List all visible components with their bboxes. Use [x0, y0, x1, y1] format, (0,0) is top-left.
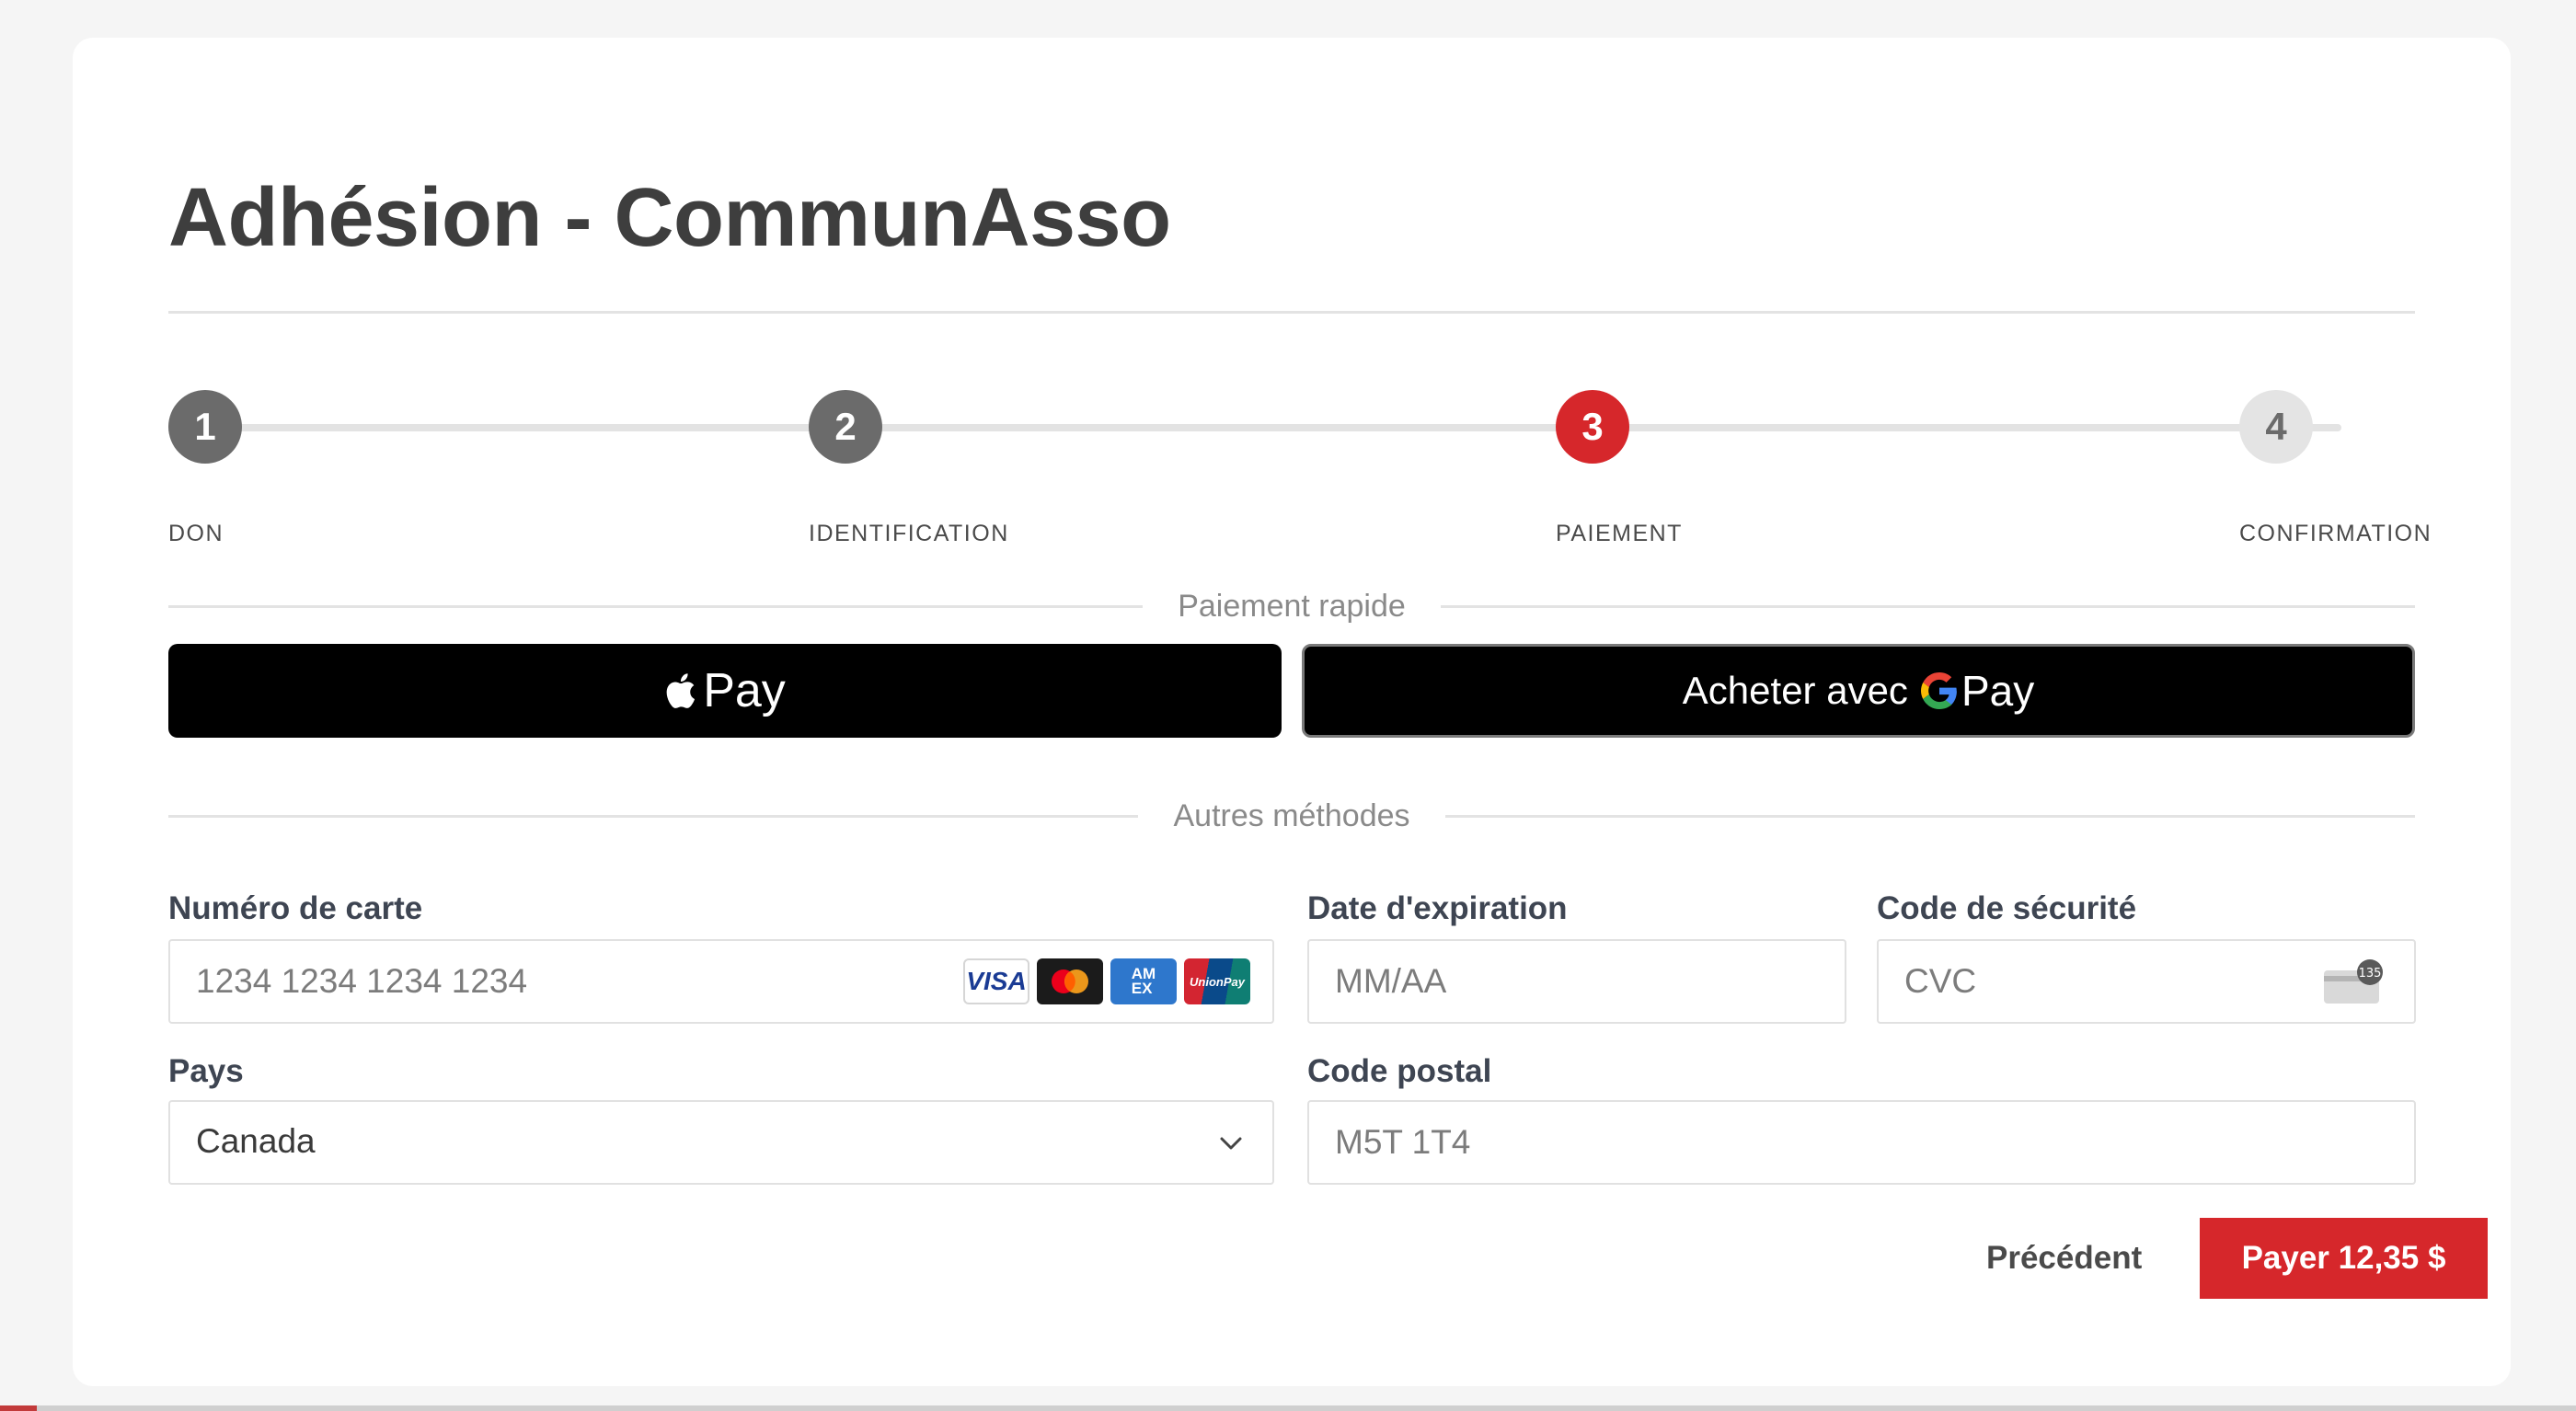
google-pay-label: Pay: [1961, 667, 2035, 715]
unionpay-icon: UnionPay: [1184, 958, 1250, 1004]
cvc-label: Code de sécurité: [1877, 890, 2137, 926]
apple-pay-button[interactable]: Pay: [168, 644, 1282, 738]
card-number-label: Numéro de carte: [168, 890, 423, 926]
card-number-field: VISA AMEX UnionPay: [168, 939, 1274, 1024]
step-3-circle: 3: [1556, 390, 1629, 464]
card-number-input[interactable]: [170, 941, 1272, 1022]
mastercard-icon: [1037, 958, 1103, 1004]
stepper-track: [235, 424, 2341, 431]
expiry-label: Date d'expiration: [1307, 890, 1568, 926]
chevron-down-icon: [1220, 1137, 1242, 1150]
country-label: Pays: [168, 1053, 244, 1089]
step-2-circle: 2: [809, 390, 882, 464]
step-3-label: PAIEMENT: [1556, 521, 1683, 546]
other-methods-divider: Autres méthodes: [168, 797, 2415, 834]
other-methods-heading: Autres méthodes: [1173, 797, 1410, 833]
google-pay-button[interactable]: Acheter avec Pay: [1302, 644, 2415, 738]
step-2-label: IDENTIFICATION: [809, 521, 1009, 546]
step-4-label: CONFIRMATION: [2239, 521, 2432, 546]
step-4-circle: 4: [2239, 390, 2313, 464]
step-1-circle: 1: [168, 390, 242, 464]
google-g-icon: [1920, 672, 1957, 709]
postal-code-input[interactable]: [1309, 1102, 2414, 1183]
postal-code-label: Code postal: [1307, 1053, 1492, 1089]
amex-icon: AM EX: [1110, 958, 1177, 1004]
cvc-card-icon: 135: [2324, 959, 2383, 1004]
quick-pay-divider: Paiement rapide: [168, 588, 2416, 625]
expiry-field: [1307, 939, 1846, 1024]
expiry-input[interactable]: [1309, 941, 1845, 1022]
google-pay-prefix: Acheter avec: [1682, 669, 1908, 712]
title-divider: [168, 311, 2415, 314]
page-title: Adhésion - CommunAsso: [168, 172, 1171, 264]
quick-pay-heading: Paiement rapide: [1178, 588, 1406, 624]
country-select[interactable]: Canada: [168, 1100, 1274, 1185]
country-selected-value: Canada: [196, 1122, 316, 1160]
donation-card: Adhésion - CommunAsso 1 DON 2 IDENTIFICA…: [73, 38, 2511, 1386]
apple-logo-icon: [666, 673, 696, 708]
cvc-field: 135: [1877, 939, 2416, 1024]
bottom-edge-bar: [0, 1405, 2576, 1411]
step-1-label: DON: [168, 521, 224, 546]
previous-button[interactable]: Précédent: [1986, 1218, 2142, 1299]
pay-button[interactable]: Payer 12,35 $: [2200, 1218, 2488, 1299]
cvc-badge-text: 135: [2359, 967, 2382, 981]
visa-icon: VISA: [963, 958, 1029, 1004]
apple-pay-label: Pay: [703, 664, 786, 717]
postal-code-field: [1307, 1100, 2416, 1185]
